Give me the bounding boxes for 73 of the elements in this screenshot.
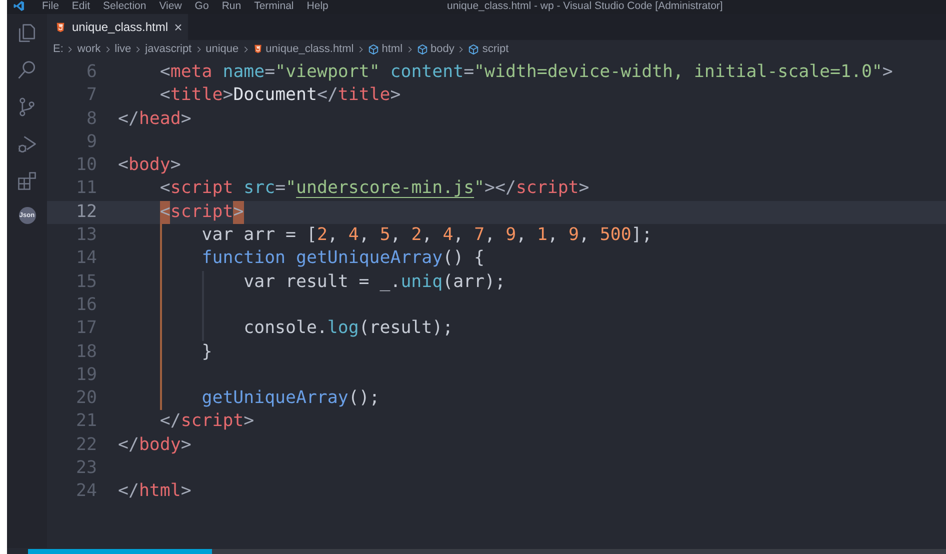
line-number: 24 xyxy=(75,480,97,504)
breadcrumb-item[interactable]: unique_class.html xyxy=(266,40,354,58)
chevron-icon xyxy=(406,44,414,54)
menu-item[interactable]: Terminal xyxy=(254,0,294,13)
code-line: <title>Document</title> xyxy=(158,84,401,108)
code-line: getUniqueArray(); xyxy=(200,387,380,410)
code-line: function getUniqueArray() { xyxy=(200,247,484,270)
menu-item[interactable]: File xyxy=(42,0,59,13)
line-number: 12 xyxy=(75,200,97,224)
chevron-icon xyxy=(356,44,365,54)
html-file-icon xyxy=(252,44,263,54)
vscode-logo-icon xyxy=(12,0,26,12)
html-file-icon xyxy=(55,22,66,32)
window-title: unique_class.html - wp - Visual Studio Code [Administrator] xyxy=(447,0,723,13)
breadcrumb-item[interactable]: live xyxy=(114,40,132,58)
code-line: <meta name="viewport" content="width=device-width, initial-scale=1.0"> xyxy=(158,61,893,84)
breadcrumb-item[interactable]: javascript xyxy=(145,40,192,58)
breadcrumb-item[interactable]: body xyxy=(430,40,454,58)
play-bug-icon[interactable] xyxy=(16,133,38,155)
editor-tab[interactable]: unique_class.html × xyxy=(47,14,188,40)
breadcrumb-item[interactable]: E: xyxy=(53,40,64,58)
code-line: </html> xyxy=(118,480,192,504)
menu-item[interactable]: Run xyxy=(222,0,242,13)
menu-item[interactable]: Go xyxy=(194,0,209,13)
line-number: 6 xyxy=(86,61,97,84)
line-number: 22 xyxy=(75,434,97,457)
menu-item[interactable]: View xyxy=(159,0,182,13)
chevron-icon xyxy=(457,44,466,54)
menu-item[interactable]: Selection xyxy=(103,0,146,13)
line-number: 23 xyxy=(75,457,97,480)
chevron-icon xyxy=(66,44,74,54)
search-icon[interactable] xyxy=(16,59,38,81)
code-line: var result = _.uniq(arr); xyxy=(242,270,506,294)
line-number: 15 xyxy=(75,270,97,294)
line-number: 13 xyxy=(75,224,97,248)
line-number: 14 xyxy=(75,247,97,270)
breadcrumb-item[interactable]: html xyxy=(382,40,403,58)
line-number: 17 xyxy=(75,317,97,340)
close-button[interactable]: × xyxy=(174,16,182,38)
breadcrumb-item[interactable]: script xyxy=(482,40,509,58)
files-icon[interactable] xyxy=(16,22,38,44)
code-line: <body> xyxy=(118,154,181,178)
code-line: <script> xyxy=(118,200,244,224)
line-number: 7 xyxy=(86,84,97,108)
code-line: console.log(result); xyxy=(242,317,454,340)
code-line: </head> xyxy=(118,108,192,131)
code-line: var arr = [2, 4, 5, 2, 4, 7, 9, 1, 9, 500]; xyxy=(200,224,652,248)
line-number: 18 xyxy=(75,340,97,364)
line-number: 21 xyxy=(75,410,97,434)
progress-track[interactable] xyxy=(28,549,946,554)
line-number: 8 xyxy=(86,108,97,131)
code-line: <script src="underscore-min.js"></script> xyxy=(158,177,590,200)
code-line: </body> xyxy=(118,434,192,457)
cube-icon xyxy=(416,44,428,54)
chevron-icon xyxy=(242,44,250,54)
chevron-icon xyxy=(134,44,142,54)
code-line: </script> xyxy=(158,410,254,434)
line-number: 10 xyxy=(75,154,97,178)
line-number: 9 xyxy=(86,130,97,154)
blocks-icon[interactable] xyxy=(16,170,38,192)
breadcrumb-item[interactable]: unique xyxy=(206,40,239,58)
code-line: } xyxy=(200,340,212,364)
cube-icon xyxy=(368,44,379,54)
chevron-icon xyxy=(104,44,112,54)
chevron-icon xyxy=(194,44,203,54)
cube-icon xyxy=(468,44,480,54)
line-number: 19 xyxy=(75,364,97,387)
menu-item[interactable]: Edit xyxy=(72,0,90,13)
line-number: 11 xyxy=(75,177,97,200)
line-number: 16 xyxy=(75,294,97,317)
line-number: 20 xyxy=(75,387,97,410)
breadcrumb-item[interactable]: work xyxy=(77,40,101,58)
menu-item[interactable]: Help xyxy=(306,0,328,13)
